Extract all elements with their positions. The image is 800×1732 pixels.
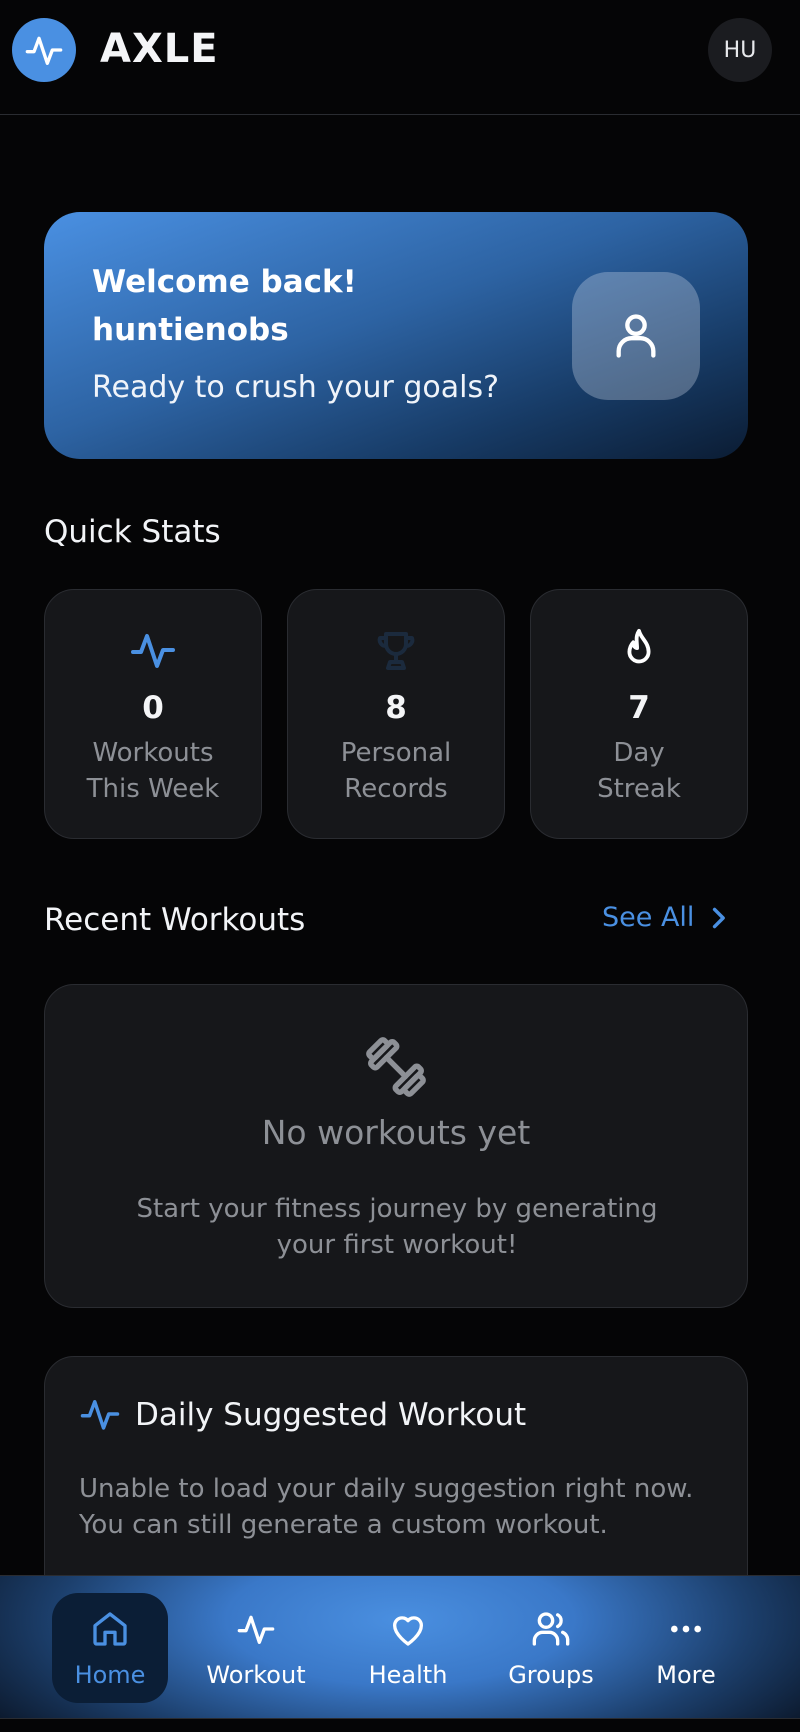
nav-label: Workout <box>206 1661 306 1689</box>
daily-title: Daily Suggested Workout <box>135 1397 527 1433</box>
nav-label: Groups <box>508 1661 594 1689</box>
stat-value: 0 <box>142 690 164 726</box>
trophy-icon <box>377 632 415 670</box>
nav-label: More <box>656 1661 716 1689</box>
see-all-label: See All <box>602 902 695 933</box>
stat-value: 7 <box>628 690 650 726</box>
stat-label: Personal Records <box>288 735 504 807</box>
quick-stats-title: Quick Stats <box>44 514 221 550</box>
empty-description: Start your fitness journey by generating… <box>136 1194 658 1260</box>
stat-label: Workouts This Week <box>45 735 261 807</box>
nav-more[interactable]: More <box>626 1593 746 1703</box>
user-icon <box>616 314 656 358</box>
daily-description: Unable to load your daily suggestion rig… <box>79 1474 694 1540</box>
activity-icon <box>237 1615 275 1644</box>
stat-card-streak[interactable]: 7 Day Streak <box>530 589 748 839</box>
stat-label-line: Streak <box>597 774 681 804</box>
chevron-right-icon <box>713 907 726 928</box>
stat-label-line: This Week <box>86 774 220 804</box>
profile-button[interactable] <box>572 272 700 400</box>
stat-label: Day Streak <box>531 735 747 807</box>
nav-label: Health <box>368 1661 448 1689</box>
flame-icon <box>627 628 651 664</box>
app-title: AXLE <box>100 26 219 72</box>
system-bar <box>0 1718 800 1732</box>
welcome-greeting: Welcome back! <box>92 264 357 300</box>
nav-health[interactable]: Health <box>348 1593 468 1703</box>
nav-groups[interactable]: Groups <box>491 1593 611 1703</box>
nav-workout[interactable]: Workout <box>196 1593 316 1703</box>
see-all-link[interactable]: See All <box>602 902 728 933</box>
users-icon <box>532 1612 570 1646</box>
stat-value: 8 <box>385 690 407 726</box>
app-root: AXLE HU Welcome back! huntienobs Ready t… <box>0 0 800 1732</box>
dumbbell-icon <box>366 1037 426 1097</box>
logo[interactable] <box>12 18 76 82</box>
activity-icon <box>25 36 63 65</box>
more-icon <box>671 1625 701 1633</box>
stat-label-line: Records <box>344 774 448 804</box>
empty-title: No workouts yet <box>261 1113 531 1152</box>
heart-icon <box>393 1616 423 1646</box>
stat-card-records[interactable]: 8 Personal Records <box>287 589 505 839</box>
stat-label-line: Day <box>613 738 665 768</box>
welcome-subtitle: Ready to crush your goals? <box>92 370 500 405</box>
welcome-username: huntienobs <box>92 312 289 348</box>
top-bar: AXLE HU <box>0 0 800 115</box>
home-icon <box>93 1612 127 1646</box>
avatar[interactable]: HU <box>708 18 772 82</box>
stat-label-line: Personal <box>340 738 452 768</box>
activity-icon <box>131 634 175 668</box>
recent-workouts-title: Recent Workouts <box>44 902 306 938</box>
stat-label-line: Workouts <box>92 738 214 768</box>
empty-workouts-card: No workouts yet Start your fitness journ… <box>44 984 748 1308</box>
bottom-nav: Home Workout Health Groups More <box>0 1575 800 1732</box>
nav-home[interactable]: Home <box>52 1593 168 1703</box>
welcome-card: Welcome back! huntienobs Ready to crush … <box>44 212 748 459</box>
activity-icon <box>80 1400 120 1430</box>
stat-card-workouts[interactable]: 0 Workouts This Week <box>44 589 262 839</box>
nav-label: Home <box>74 1661 146 1689</box>
